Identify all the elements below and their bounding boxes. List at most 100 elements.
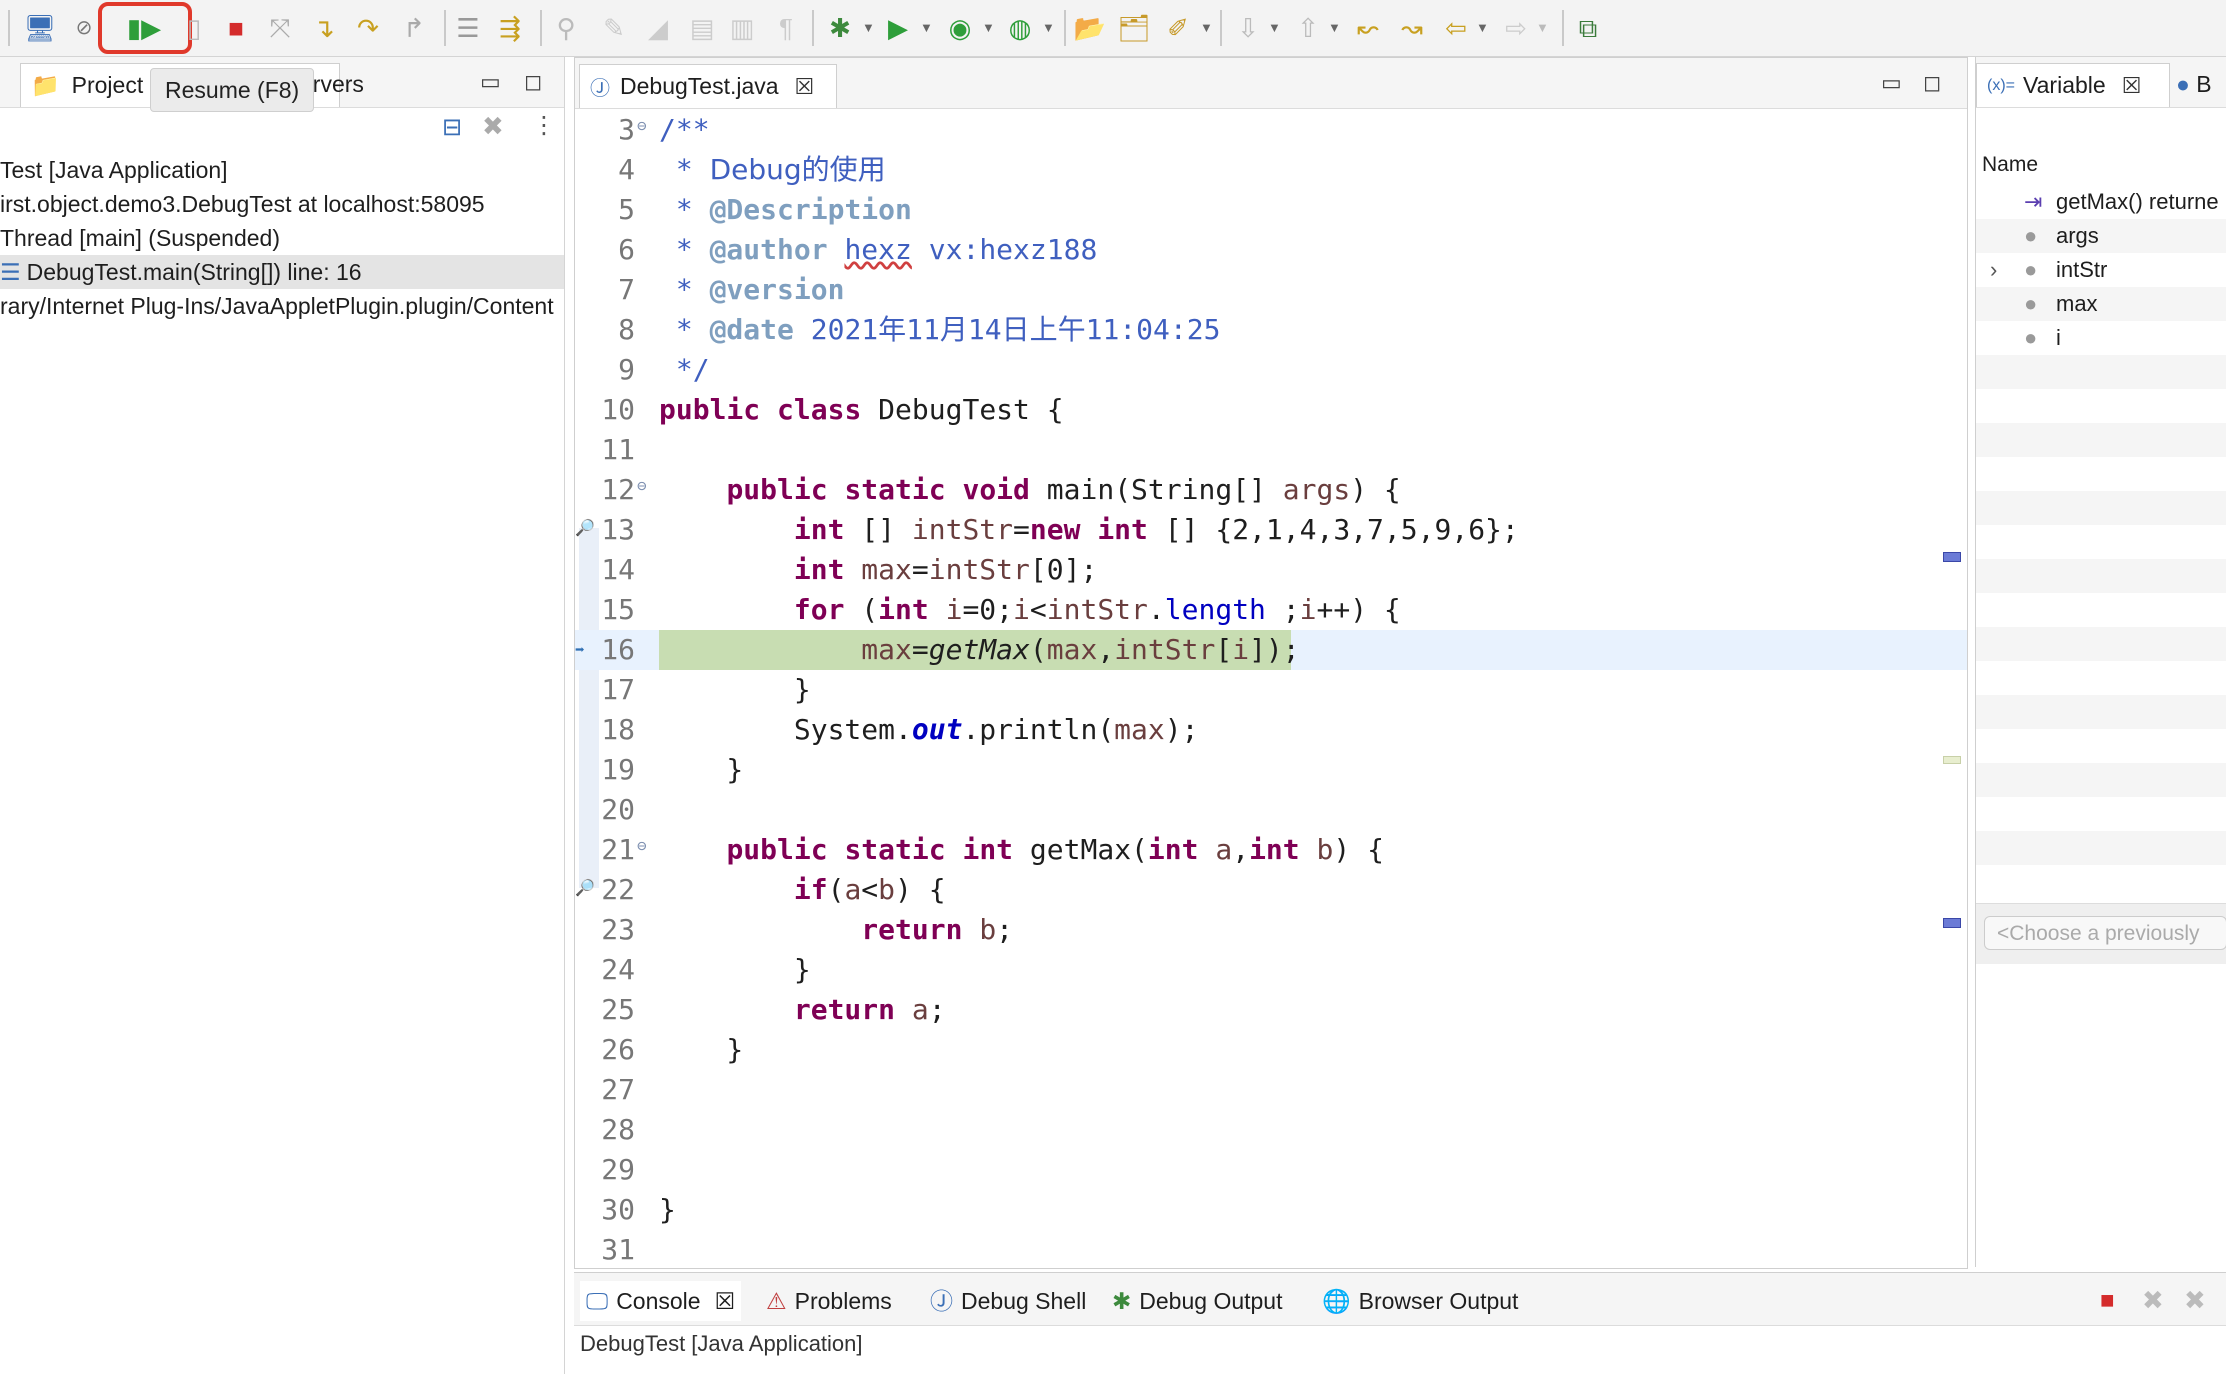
drop-to-frame-icon[interactable]: ☰ [450,12,486,44]
breakpoint-icon[interactable]: 🔎 [575,868,595,908]
disconnect-icon[interactable]: ⤧ [262,12,298,44]
close-icon[interactable]: ☒ [715,1288,736,1314]
step-return-icon[interactable]: ↱ [396,12,432,44]
tab-variables[interactable]: (x)= Variable ☒ [1976,63,2170,107]
variable-row[interactable]: ⇥ getMax() returne [1976,185,2226,219]
mark-icon[interactable]: ◢ [640,12,676,44]
code-token: for [793,593,845,626]
variable-row[interactable]: › ● intStr [1976,253,2226,287]
tab-debugtest-java[interactable]: Ⓙ DebugTest.java ☒ [579,64,837,108]
minimize-icon[interactable]: ▭ [480,69,501,95]
maximize-icon[interactable]: ◻ [1923,70,1941,96]
chevron-down-icon[interactable]: ▼ [862,20,875,35]
chevron-down-icon[interactable]: ▼ [1268,20,1281,35]
detail-formatter-combo[interactable]: <Choose a previously [1984,916,2226,950]
tab-browser-output[interactable]: 🌐 Browser Output [1322,1281,1518,1321]
chevron-down-icon[interactable]: ▼ [920,20,933,35]
variable-row[interactable]: ● i [1976,321,2226,355]
code-token: < [1029,593,1047,626]
resume-icon[interactable]: ▮▶ [126,12,162,44]
remove-launch-icon[interactable]: ✖ [2142,1285,2164,1316]
minimize-icon[interactable]: ▭ [1881,70,1902,96]
step-over-icon[interactable]: ↷ [350,12,386,44]
overview-ruler-mark[interactable] [1943,918,1961,928]
tree-item-thread[interactable]: Thread [main] (Suspended) [0,221,564,255]
new-window-icon[interactable]: ⧉ [1570,12,1606,44]
code-line: 14 int max=intStr[0]; [575,550,1967,590]
prev-annotation-icon[interactable]: ⇧ [1290,12,1326,44]
code-token: return [861,913,963,946]
fold-icon[interactable]: ⊖ [637,110,647,146]
code-token: [] {2,1,4,3,7,5,9,6}; [1147,513,1519,546]
tab-breakpoints[interactable]: ● B [2176,71,2212,98]
code-line: 28 [575,1110,1967,1150]
code-token: int [878,593,929,626]
local-variable-icon: ● [2024,291,2038,316]
console-process-label: DebugTest [Java Application] [580,1331,863,1356]
run-icon[interactable]: ▶ [880,12,916,44]
view-menu-icon[interactable]: ⋮ [532,111,556,140]
terminate-icon[interactable]: ■ [218,12,254,44]
close-icon[interactable]: ☒ [2122,73,2142,99]
open-type-icon[interactable]: 📂 [1072,12,1108,44]
chevron-down-icon[interactable]: ▼ [982,20,995,35]
code-area[interactable]: 3 ⊖/** 4 * Debug的使用 5 * @Description 6 * … [575,110,1967,1268]
skip-breakpoints-icon[interactable]: ⊘ [66,12,102,44]
code-token: 2021年11月14日上午11:04:25 [793,313,1221,346]
pen-icon[interactable]: ✎ [596,12,632,44]
overview-ruler-mark[interactable] [1943,756,1961,764]
display-icon[interactable]: 🖥 [22,12,58,44]
collapse-all-icon[interactable]: ⊟ [442,113,462,142]
next-edit-icon[interactable]: ↝ [1394,12,1430,44]
remove-terminated-icon[interactable]: ✖ [482,111,504,142]
show-whitespace-icon[interactable]: ¶ [768,12,804,44]
tree-item-vm[interactable]: irst.object.demo3.DebugTest at localhost… [0,187,564,221]
toggle-breakpoint-icon[interactable]: ⚲ [548,12,584,44]
next-annotation-icon[interactable]: ⇩ [1230,12,1266,44]
search-icon[interactable]: ✐ [1160,12,1196,44]
step-into-icon[interactable]: ↴ [306,12,342,44]
last-edit-icon[interactable]: ↜ [1350,12,1386,44]
chevron-down-icon[interactable]: ▼ [1200,20,1213,35]
breakpoint-icon[interactable]: 🔎 [575,508,595,548]
expand-arrow-icon[interactable]: › [1990,253,1997,287]
close-icon[interactable]: ☒ [795,74,815,100]
variable-row[interactable]: ● max [1976,287,2226,321]
terminate-icon[interactable]: ■ [2100,1287,2115,1315]
code-line: 7 * @version [575,270,1967,310]
back-icon[interactable]: ⇦ [1438,12,1474,44]
fold-icon[interactable]: ⊖ [637,826,647,866]
page-icon[interactable]: ▥ [724,12,760,44]
overview-ruler-mark[interactable] [1943,552,1961,562]
tree-item-jre-path[interactable]: rary/Internet Plug-Ins/JavaAppletPlugin.… [0,289,564,323]
name-column-header[interactable]: Name [1982,153,2038,177]
tree-item-stack-frame[interactable]: ☰ DebugTest.main(String[]) line: 16 [0,255,564,289]
code-line: 13 🔎 int [] intStr=new int [] {2,1,4,3,7,… [575,510,1967,550]
tab-console[interactable]: 🖵 Console ☒ [580,1281,742,1321]
remove-all-terminated-icon[interactable]: ✖ [2184,1285,2206,1316]
stack-frame-icon: ☰ [0,259,21,285]
chevron-down-icon[interactable]: ▼ [1328,20,1341,35]
tab-debug-shell[interactable]: Ⓙ Debug Shell [930,1281,1086,1321]
variable-row[interactable]: ● args [1976,219,2226,253]
chevron-down-icon[interactable]: ▼ [1536,20,1549,35]
line-number: 28 [601,1113,635,1146]
maximize-icon[interactable]: ◻ [524,69,542,95]
debug-icon[interactable]: ✱ [822,12,858,44]
chevron-down-icon[interactable]: ▼ [1042,20,1055,35]
external-tools-icon[interactable]: ◍ [1002,12,1038,44]
tab-debug-output[interactable]: ✱ Debug Output [1112,1281,1283,1321]
coverage-icon[interactable]: ◉ [942,12,978,44]
use-step-filters-icon[interactable]: ⇶ [492,12,528,44]
chevron-down-icon[interactable]: ▼ [1476,20,1489,35]
line-number: 17 [601,673,635,706]
suspend-icon[interactable]: ▯ [176,12,212,44]
forward-icon[interactable]: ⇨ [1498,12,1534,44]
open-task-icon[interactable]: 🗂 [1116,12,1152,44]
code-token: out [911,713,963,746]
fold-icon[interactable]: ⊖ [637,466,647,506]
block-selection-icon[interactable]: ▤ [684,12,720,44]
tree-item-launch[interactable]: Test [Java Application] [0,153,564,187]
tab-problems[interactable]: ⚠ Problems [766,1281,892,1321]
